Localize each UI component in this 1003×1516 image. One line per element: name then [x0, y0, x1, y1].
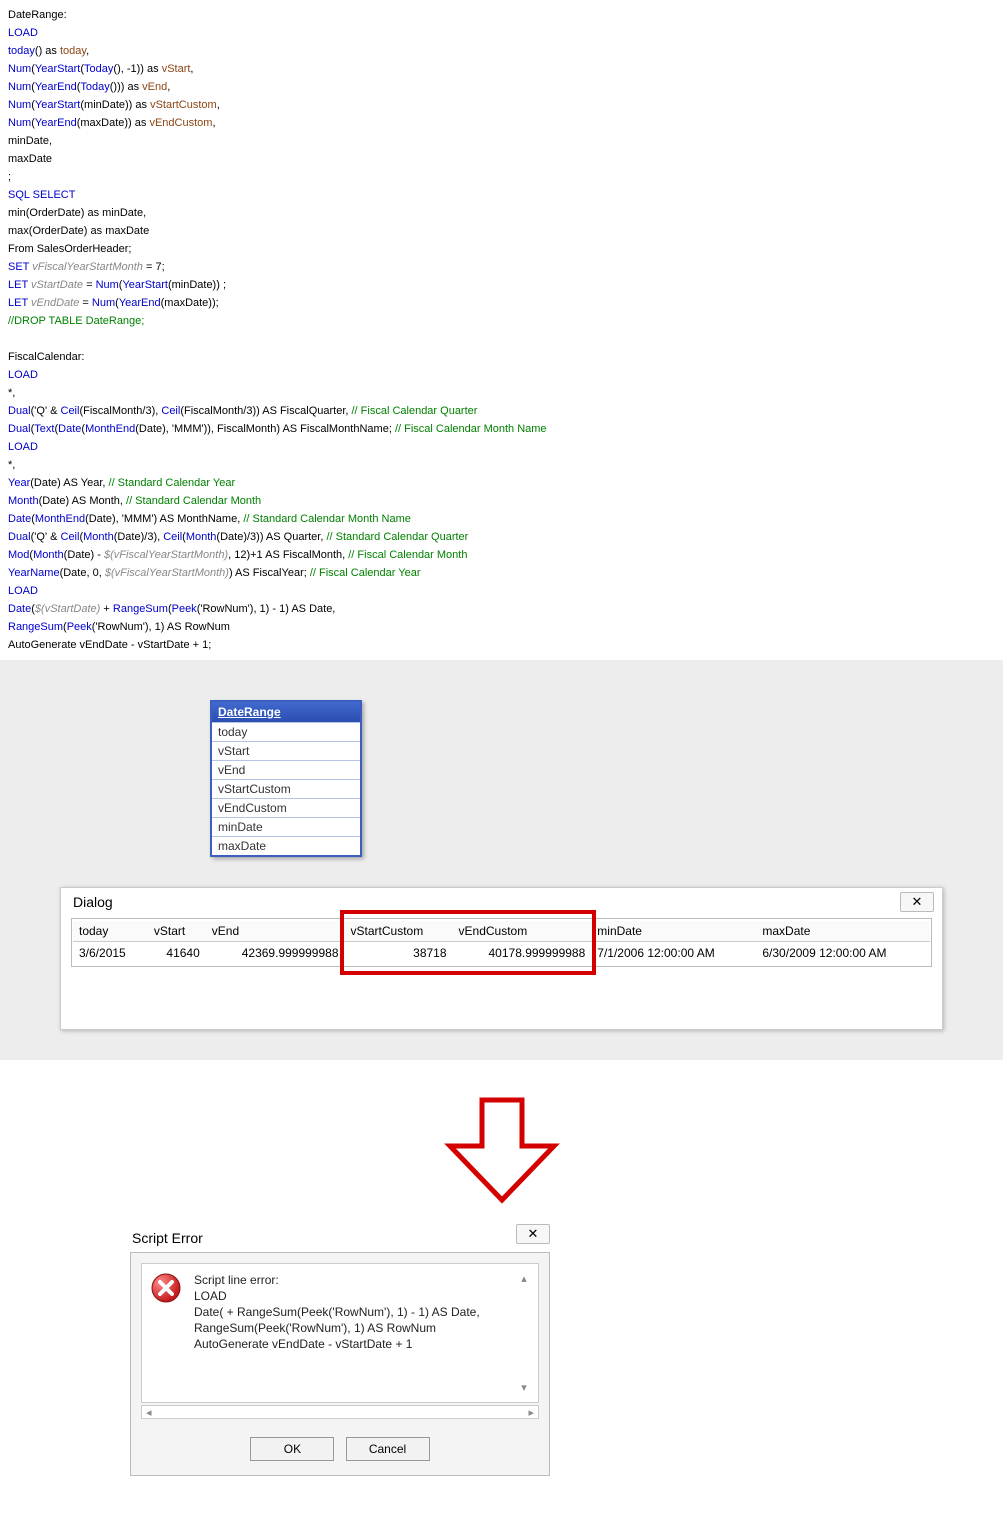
code-line: *,	[8, 384, 995, 402]
code-line: LET vEndDate = Num(YearEnd(maxDate));	[8, 294, 995, 312]
column-header: today	[73, 921, 148, 942]
code-line: LOAD	[8, 582, 995, 600]
daterange-field[interactable]: vStart	[212, 741, 360, 760]
code-line: ;	[8, 168, 995, 186]
daterange-field[interactable]: minDate	[212, 817, 360, 836]
column-header: vEnd	[206, 921, 345, 942]
code-line: DateRange:	[8, 6, 995, 24]
scroll-left-icon[interactable]: ◂	[146, 1406, 152, 1419]
scrollbar-vertical[interactable]: ▴ ▾	[518, 1272, 530, 1394]
cell: 38718	[345, 942, 453, 965]
error-icon	[150, 1272, 182, 1304]
code-line: FiscalCalendar:	[8, 348, 995, 366]
code-line: Dual('Q' & Ceil(FiscalMonth/3), Ceil(Fis…	[8, 402, 995, 420]
code-line: minDate,	[8, 132, 995, 150]
code-line: *,	[8, 456, 995, 474]
dialog-table: todayvStartvEndvStartCustomvEndCustommin…	[73, 921, 930, 964]
daterange-field[interactable]: vEndCustom	[212, 798, 360, 817]
daterange-table: DateRange todayvStartvEndvStartCustomvEn…	[210, 700, 362, 857]
daterange-field[interactable]: vStartCustom	[212, 779, 360, 798]
code-line: Num(YearStart(minDate)) as vStartCustom,	[8, 96, 995, 114]
cell: 42369.999999988	[206, 942, 345, 965]
column-header: minDate	[591, 921, 756, 942]
scrollbar-horizontal[interactable]: ◂ ▸	[141, 1405, 539, 1419]
code-line: today() as today,	[8, 42, 995, 60]
code-line: LOAD	[8, 438, 995, 456]
dialog-window: ✕ Dialog todayvStartvEndvStartCustomvEnd…	[60, 887, 943, 1030]
code-line: maxDate	[8, 150, 995, 168]
error-close-button[interactable]: ✕	[516, 1224, 550, 1244]
cell: 40178.999999988	[453, 942, 592, 965]
table-row: 3/6/20154164042369.9999999883871840178.9…	[73, 942, 930, 965]
cancel-button[interactable]: Cancel	[346, 1437, 430, 1461]
cell: 41640	[148, 942, 206, 965]
script-error-dialog: ✕ Script Error Script line error:LOADDat…	[130, 1226, 550, 1476]
code-line: Dual(Text(Date(MonthEnd(Date), 'MMM')), …	[8, 420, 995, 438]
code-line: SET vFiscalYearStartMonth = 7;	[8, 258, 995, 276]
error-message: Script line error:LOADDate( + RangeSum(P…	[194, 1272, 506, 1352]
code-line: LOAD	[8, 366, 995, 384]
code-line: SQL SELECT	[8, 186, 995, 204]
arrow-down-icon	[442, 1096, 562, 1206]
column-header: vStart	[148, 921, 206, 942]
code-line: Date($(vStartDate) + RangeSum(Peek('RowN…	[8, 600, 995, 618]
code-line: Date(MonthEnd(Date), 'MMM') AS MonthName…	[8, 510, 995, 528]
dialog-close-button[interactable]: ✕	[900, 892, 934, 912]
code-line	[8, 330, 995, 348]
daterange-header: DateRange	[212, 702, 360, 722]
cell: 6/30/2009 12:00:00 AM	[756, 942, 930, 965]
scroll-down-icon[interactable]: ▾	[521, 1381, 527, 1394]
code-line: Dual('Q' & Ceil(Month(Date)/3), Ceil(Mon…	[8, 528, 995, 546]
code-line: LET vStartDate = Num(YearStart(minDate))…	[8, 276, 995, 294]
code-line: Num(YearEnd(maxDate)) as vEndCustom,	[8, 114, 995, 132]
error-title: Script Error	[130, 1226, 550, 1252]
column-header: maxDate	[756, 921, 930, 942]
daterange-field[interactable]: today	[212, 722, 360, 741]
cell: 3/6/2015	[73, 942, 148, 965]
daterange-field[interactable]: vEnd	[212, 760, 360, 779]
column-header: vStartCustom	[345, 921, 453, 942]
code-line: //DROP TABLE DateRange;	[8, 312, 995, 330]
code-line: YearName(Date, 0, $(vFiscalYearStartMont…	[8, 564, 995, 582]
code-line: max(OrderDate) as maxDate	[8, 222, 995, 240]
code-line: Mod(Month(Date) - $(vFiscalYearStartMont…	[8, 546, 995, 564]
cell: 7/1/2006 12:00:00 AM	[591, 942, 756, 965]
code-line: RangeSum(Peek('RowNum'), 1) AS RowNum	[8, 618, 995, 636]
scroll-up-icon[interactable]: ▴	[521, 1272, 527, 1285]
code-line: Year(Date) AS Year, // Standard Calendar…	[8, 474, 995, 492]
code-line: Num(YearStart(Today(), -1)) as vStart,	[8, 60, 995, 78]
code-line: Month(Date) AS Month, // Standard Calend…	[8, 492, 995, 510]
ok-button[interactable]: OK	[250, 1437, 334, 1461]
bottom-area: ✕ Script Error Script line error:LOADDat…	[0, 1060, 1003, 1516]
code-line: LOAD	[8, 24, 995, 42]
code-line: AutoGenerate vEndDate - vStartDate + 1;	[8, 636, 995, 654]
code-line: Num(YearEnd(Today())) as vEnd,	[8, 78, 995, 96]
daterange-field[interactable]: maxDate	[212, 836, 360, 855]
script-code: DateRange:LOADtoday() as today,Num(YearS…	[0, 0, 1003, 660]
code-line: min(OrderDate) as minDate,	[8, 204, 995, 222]
code-line: From SalesOrderHeader;	[8, 240, 995, 258]
gray-band: DateRange todayvStartvEndvStartCustomvEn…	[0, 660, 1003, 1060]
column-header: vEndCustom	[453, 921, 592, 942]
scroll-right-icon[interactable]: ▸	[528, 1406, 534, 1419]
dialog-title: Dialog	[61, 888, 942, 916]
